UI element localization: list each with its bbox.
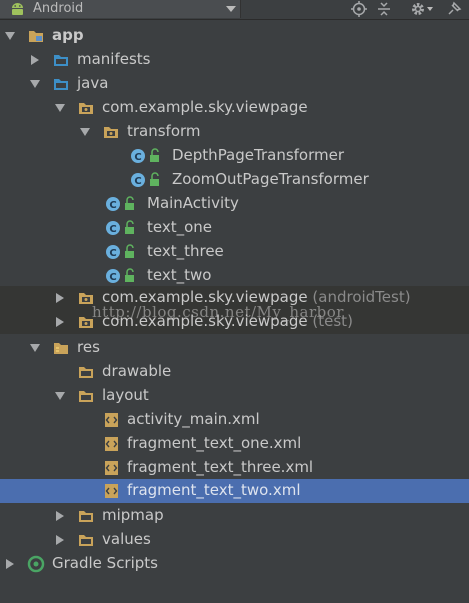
class-icon: C bbox=[106, 221, 120, 235]
tree-node-fragment-text-two-xml[interactable]: fragment_text_two.xml bbox=[0, 479, 469, 503]
tree-label-text-two: text_two bbox=[147, 266, 212, 284]
watermark-text: http://blog.csdn.net/My_harbor bbox=[92, 303, 344, 321]
tree-node-text-three[interactable]: C text_three bbox=[0, 240, 469, 264]
tree-label-package: com.example.sky.viewpage bbox=[102, 98, 308, 116]
collapse-icon[interactable] bbox=[376, 1, 392, 17]
tree-node-package-main[interactable]: com.example.sky.viewpage bbox=[0, 96, 469, 120]
tree-node-fragment-text-one-xml[interactable]: fragment_text_one.xml bbox=[0, 432, 469, 456]
class-icon: C bbox=[106, 269, 120, 283]
folder-icon bbox=[79, 511, 93, 522]
tree-node-gradle-scripts[interactable]: Gradle Scripts bbox=[0, 552, 469, 576]
collapsed-arrow-icon[interactable] bbox=[56, 293, 64, 303]
xml-file-icon bbox=[105, 461, 118, 475]
expand-arrow-icon[interactable] bbox=[30, 80, 40, 88]
tree-label-text-one: text_one bbox=[147, 218, 213, 236]
collapsed-arrow-icon[interactable] bbox=[31, 55, 39, 65]
tree-node-text-two[interactable]: C text_two bbox=[0, 264, 469, 288]
gear-menu-arrow-icon[interactable] bbox=[427, 7, 433, 11]
class-icon: C bbox=[106, 245, 120, 259]
target-icon[interactable] bbox=[351, 1, 367, 17]
gear-icon[interactable] bbox=[410, 1, 426, 17]
tree-node-fragment-text-three-xml[interactable]: fragment_text_three.xml bbox=[0, 456, 469, 480]
tree-node-layout[interactable]: layout bbox=[0, 384, 469, 408]
package-icon bbox=[104, 127, 118, 138]
project-view-dropdown[interactable]: Android bbox=[0, 0, 241, 18]
collapsed-arrow-icon[interactable] bbox=[56, 535, 64, 545]
tree-node-drawable[interactable]: drawable bbox=[0, 360, 469, 384]
tree-label-layout: layout bbox=[102, 386, 149, 404]
tree-node-app[interactable]: app bbox=[0, 24, 469, 48]
android-icon bbox=[12, 3, 23, 15]
class-icon: C bbox=[131, 173, 145, 187]
folder-icon bbox=[79, 391, 93, 402]
tree-node-manifests[interactable]: manifests bbox=[0, 48, 469, 72]
lock-open-icon bbox=[125, 220, 134, 234]
tree-label-fragment-text-one-xml: fragment_text_one.xml bbox=[127, 434, 302, 452]
expand-arrow-icon[interactable] bbox=[80, 128, 90, 136]
class-icon: C bbox=[106, 197, 120, 211]
tree-label-gradle-scripts: Gradle Scripts bbox=[52, 554, 158, 572]
tree-label-transform: transform bbox=[127, 122, 201, 140]
tree-node-activity-main-xml[interactable]: activity_main.xml bbox=[0, 408, 469, 432]
tree-label-activity-main-xml: activity_main.xml bbox=[127, 410, 260, 428]
package-icon bbox=[79, 103, 93, 114]
folder-icon bbox=[79, 367, 93, 378]
tree-label-zoom-out-page-transformer: ZoomOutPageTransformer bbox=[172, 170, 369, 188]
tree-node-main-activity[interactable]: C MainActivity bbox=[0, 192, 469, 216]
class-icon: C bbox=[131, 149, 145, 163]
chevron-down-icon bbox=[226, 6, 236, 12]
expand-arrow-icon[interactable] bbox=[55, 392, 65, 400]
folder-icon bbox=[54, 55, 68, 66]
tree-label-java: java bbox=[77, 74, 109, 92]
expand-arrow-icon[interactable] bbox=[55, 104, 65, 112]
project-toolbar: Android bbox=[0, 0, 469, 20]
tree-node-values[interactable]: values bbox=[0, 528, 469, 552]
tree-label-manifests: manifests bbox=[77, 50, 151, 68]
tree-label-app: app bbox=[52, 26, 84, 44]
gradle-icon bbox=[27, 555, 45, 573]
tree-node-zoom-out-page-transformer[interactable]: C ZoomOutPageTransformer bbox=[0, 168, 469, 192]
collapsed-arrow-icon[interactable] bbox=[56, 511, 64, 521]
lock-open-icon bbox=[125, 244, 134, 258]
tree-label-mipmap: mipmap bbox=[102, 506, 164, 524]
svg-text:C: C bbox=[109, 200, 116, 211]
tree-node-text-one[interactable]: C text_one bbox=[0, 216, 469, 240]
pin-icon[interactable] bbox=[446, 1, 462, 17]
tree-label-values: values bbox=[102, 530, 151, 548]
tree-node-java[interactable]: java bbox=[0, 72, 469, 96]
module-folder-icon bbox=[29, 31, 43, 42]
tree-node-transform[interactable]: transform bbox=[0, 120, 469, 144]
svg-text:C: C bbox=[109, 272, 116, 283]
tree-label-drawable: drawable bbox=[102, 362, 172, 380]
expand-arrow-icon[interactable] bbox=[5, 32, 15, 40]
expand-arrow-icon[interactable] bbox=[30, 344, 40, 352]
tree-label-fragment-text-three-xml: fragment_text_three.xml bbox=[127, 458, 314, 476]
collapsed-arrow-icon[interactable] bbox=[6, 559, 14, 569]
collapsed-arrow-icon[interactable] bbox=[56, 317, 64, 327]
svg-text:C: C bbox=[109, 224, 116, 235]
xml-file-icon bbox=[105, 437, 118, 451]
svg-text:C: C bbox=[109, 248, 116, 259]
resource-folder-icon bbox=[54, 343, 68, 354]
lock-open-icon bbox=[150, 148, 159, 162]
svg-text:C: C bbox=[134, 152, 141, 163]
project-view-label: Android bbox=[33, 1, 84, 16]
tree-node-mipmap[interactable]: mipmap bbox=[0, 504, 469, 528]
tree-label-text-three: text_three bbox=[147, 242, 224, 260]
xml-file-icon bbox=[105, 484, 118, 498]
tree-label-fragment-text-two-xml: fragment_text_two.xml bbox=[127, 481, 301, 499]
lock-open-icon bbox=[125, 196, 134, 210]
tree-label-res: res bbox=[77, 338, 100, 356]
tree-label-main-activity: MainActivity bbox=[147, 194, 239, 212]
folder-icon bbox=[79, 535, 93, 546]
lock-open-icon bbox=[125, 268, 134, 282]
tree-node-res[interactable]: res bbox=[0, 336, 469, 360]
lock-open-icon bbox=[150, 172, 159, 186]
tree-label-depth-page-transformer: DepthPageTransformer bbox=[172, 146, 345, 164]
tree-node-depth-page-transformer[interactable]: C DepthPageTransformer bbox=[0, 144, 469, 168]
source-folder-icon bbox=[54, 79, 68, 90]
xml-file-icon bbox=[105, 413, 118, 427]
svg-text:C: C bbox=[134, 176, 141, 187]
